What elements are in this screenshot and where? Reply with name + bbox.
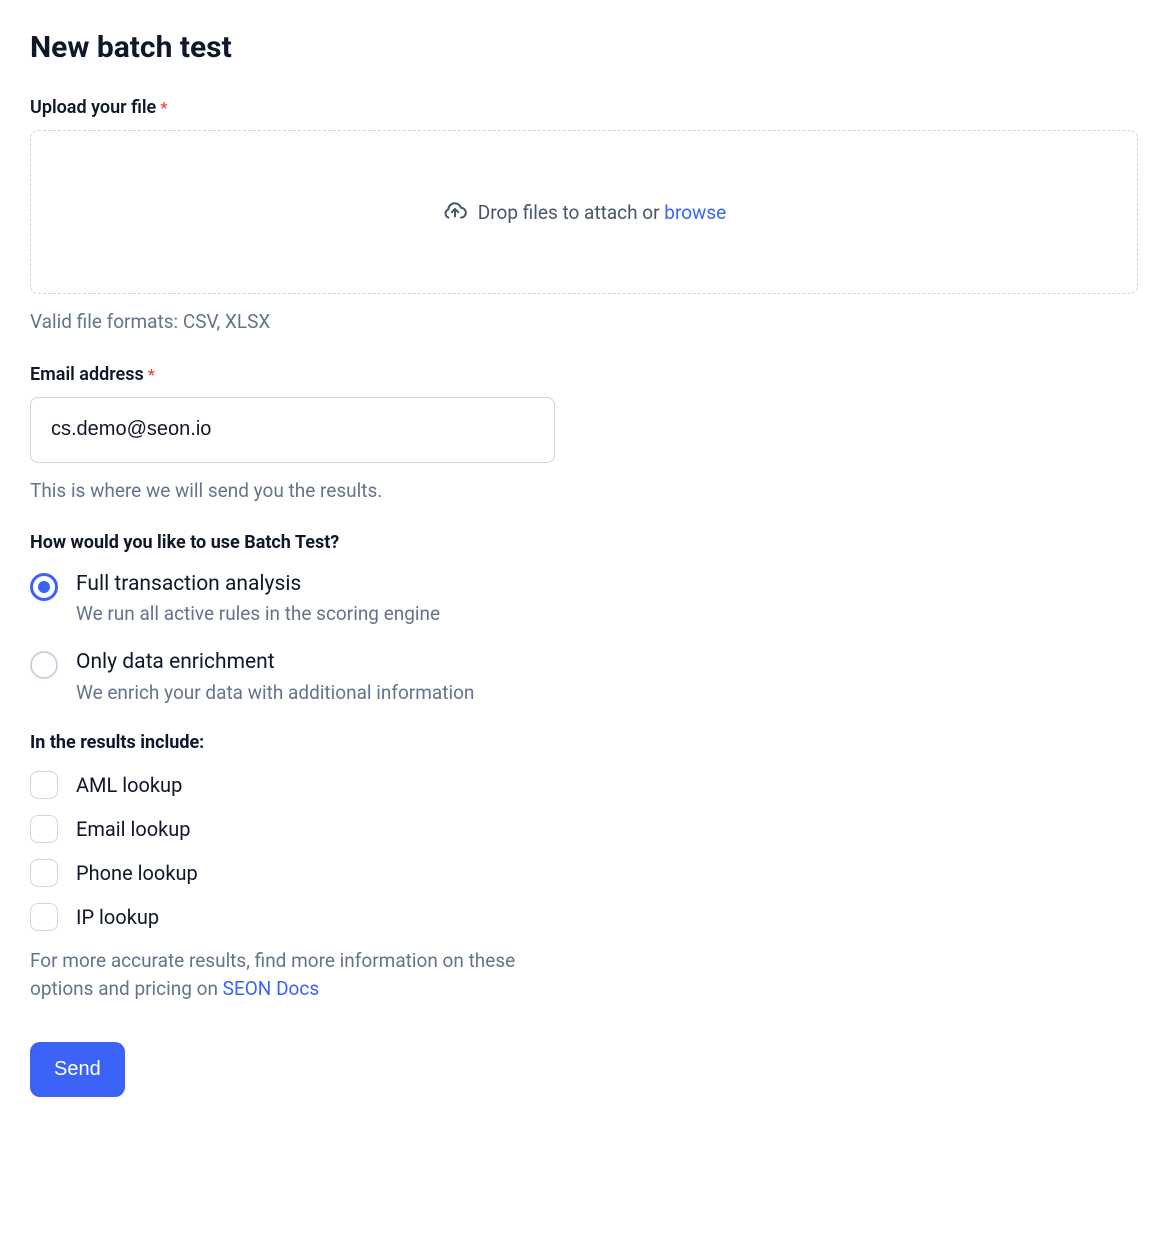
results-note: For more accurate results, find more inf… — [30, 947, 550, 1004]
radio-description: We enrich your data with additional info… — [76, 681, 474, 704]
email-label: Email address — [30, 364, 144, 385]
checkbox-label: IP lookup — [76, 905, 159, 929]
radio-option-data-enrichment[interactable]: Only data enrichment We enrich your data… — [30, 649, 1138, 703]
upload-field-group: Upload your file* Drop files to attach o… — [30, 97, 1138, 336]
checkbox[interactable] — [30, 815, 58, 843]
results-field-group: In the results include: AML lookup Email… — [30, 732, 1138, 1004]
cloud-upload-icon — [442, 197, 468, 228]
usage-field-group: How would you like to use Batch Test? Fu… — [30, 532, 1138, 704]
file-dropzone[interactable]: Drop files to attach or browse — [30, 130, 1138, 294]
required-star: * — [160, 98, 167, 117]
dropzone-text: Drop files to attach or — [478, 201, 664, 224]
email-input[interactable] — [30, 397, 555, 463]
radio-title: Full transaction analysis — [76, 571, 440, 598]
checkbox[interactable] — [30, 771, 58, 799]
required-star: * — [148, 365, 155, 384]
send-button[interactable]: Send — [30, 1042, 125, 1097]
checkbox-aml-lookup[interactable]: AML lookup — [30, 771, 1138, 799]
upload-label: Upload your file — [30, 97, 156, 118]
email-field-group: Email address* This is where we will sen… — [30, 364, 1138, 505]
browse-link[interactable]: browse — [664, 201, 726, 224]
checkbox[interactable] — [30, 903, 58, 931]
radio-title: Only data enrichment — [76, 649, 474, 676]
email-help: This is where we will send you the resul… — [30, 477, 1138, 505]
radio-option-full-analysis[interactable]: Full transaction analysis We run all act… — [30, 571, 1138, 625]
checkbox-email-lookup[interactable]: Email lookup — [30, 815, 1138, 843]
checkbox-label: Phone lookup — [76, 861, 198, 885]
seon-docs-link[interactable]: SEON Docs — [223, 977, 319, 1000]
checkbox-phone-lookup[interactable]: Phone lookup — [30, 859, 1138, 887]
radio-button[interactable] — [30, 651, 58, 679]
usage-label: How would you like to use Batch Test? — [30, 532, 1138, 553]
results-label: In the results include: — [30, 732, 1138, 753]
radio-button[interactable] — [30, 573, 58, 601]
radio-description: We run all active rules in the scoring e… — [76, 602, 440, 625]
checkbox-label: AML lookup — [76, 773, 182, 797]
checkbox-ip-lookup[interactable]: IP lookup — [30, 903, 1138, 931]
checkbox[interactable] — [30, 859, 58, 887]
page-title: New batch test — [30, 30, 1138, 65]
checkbox-label: Email lookup — [76, 817, 191, 841]
upload-formats-help: Valid file formats: CSV, XLSX — [30, 308, 1138, 336]
